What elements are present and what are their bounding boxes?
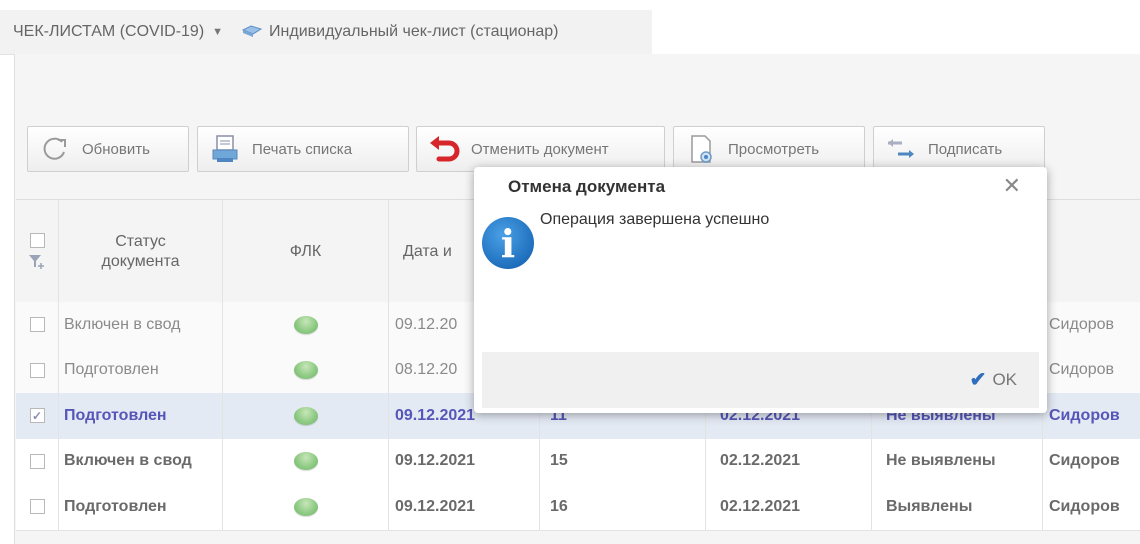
view-button[interactable]: Просмотреть [673, 126, 865, 172]
cancel-document-dialog: Отмена документа ✕ i Операция завершена … [474, 167, 1047, 413]
info-icon: i [482, 217, 534, 269]
view-label: Просмотреть [728, 140, 820, 158]
breadcrumb: ЧЕК-ЛИСТАМ (COVID-19) ▼ Индивидуальный ч… [0, 10, 652, 55]
row-select-cell [16, 439, 58, 485]
row-checkbox[interactable] [29, 317, 45, 333]
flk-cell [223, 439, 388, 485]
cell-date: 09.12.2021 [395, 452, 476, 470]
cell-status: Включен в свод [64, 315, 181, 333]
sign-button[interactable]: Подписать [873, 126, 1045, 172]
document-ticket-icon [241, 25, 263, 37]
flk-cell [223, 302, 388, 348]
cell-person: Сидоров [1049, 361, 1115, 379]
row-checkbox[interactable]: ✓ [29, 408, 45, 424]
refresh-icon [43, 137, 66, 160]
cell-result: Не выявлены [886, 452, 996, 470]
flk-status-dot-icon [293, 497, 318, 516]
table-row[interactable]: Включен в свод 09.12.2021 15 02.12.2021 Не в… [16, 438, 1140, 485]
check-icon: ✔ [969, 369, 987, 391]
flk-cell [223, 484, 388, 530]
cell-result: Выявлены [886, 497, 973, 515]
row-checkbox[interactable] [29, 499, 45, 515]
cell-date2: 02.12.2021 [720, 497, 801, 515]
cell-status: Подготовлен [64, 406, 167, 424]
row-select-cell [16, 302, 58, 348]
row-select-cell [16, 348, 58, 394]
cell-status: Подготовлен [64, 497, 167, 515]
cancel-document-button[interactable]: Отменить документ [416, 126, 665, 172]
row-select-cell: ✓ [16, 393, 58, 439]
flk-status-dot-icon [293, 361, 318, 380]
ok-button[interactable]: ✔ OK [970, 367, 1017, 392]
select-all-column [16, 200, 58, 303]
row-checkbox[interactable] [29, 453, 45, 469]
column-header-flk[interactable]: ФЛК [223, 200, 388, 303]
cell-num: 16 [550, 497, 568, 515]
cell-date2: 02.12.2021 [720, 452, 801, 470]
select-all-checkbox[interactable] [29, 233, 45, 248]
print-list-label: Печать списка [252, 140, 353, 158]
print-list-button[interactable]: Печать списка [197, 126, 409, 172]
document-view-icon [691, 135, 712, 163]
cell-status: Включен в свод [64, 452, 192, 470]
ok-label: OK [992, 369, 1017, 389]
undo-icon [430, 136, 460, 162]
flk-status-dot-icon [293, 315, 318, 334]
row-select-cell [16, 484, 58, 530]
chevron-down-icon[interactable]: ▼ [212, 26, 223, 38]
flk-cell [223, 348, 388, 394]
close-icon[interactable]: ✕ [1003, 173, 1021, 199]
printer-icon [212, 135, 238, 162]
dialog-message: Операция завершена успешно [540, 211, 770, 228]
refresh-label: Обновить [82, 140, 150, 158]
flk-cell [223, 393, 388, 439]
cell-person: Сидоров [1049, 315, 1115, 333]
dialog-title: Отмена документа [508, 177, 666, 196]
cell-person: Сидоров [1049, 452, 1120, 470]
cell-status: Подготовлен [64, 361, 159, 379]
cell-person: Сидоров [1049, 406, 1120, 424]
dialog-footer: ✔ OK [482, 352, 1039, 408]
sign-label: Подписать [928, 140, 1003, 158]
flk-status-dot-icon [293, 452, 318, 471]
breadcrumb-item-individual-checklist[interactable]: Индивидуальный чек-лист (стационар) [269, 23, 558, 41]
cell-person: Сидоров [1049, 497, 1120, 515]
sign-arrows-icon [888, 139, 914, 158]
breadcrumb-item-checklists[interactable]: ЧЕК-ЛИСТАМ (COVID-19) [13, 23, 204, 41]
cancel-document-label: Отменить документ [471, 140, 609, 158]
flk-status-dot-icon [293, 406, 318, 425]
cell-num: 15 [550, 452, 568, 470]
cell-date: 09.12.2021 [395, 497, 476, 515]
refresh-button[interactable]: Обновить [27, 126, 189, 172]
filter-add-icon[interactable] [28, 254, 46, 270]
column-header-status[interactable]: Статус документа [59, 200, 222, 303]
row-checkbox[interactable] [29, 362, 45, 378]
table-row[interactable]: Подготовлен 09.12.2021 16 02.12.2021 Выявлен… [16, 484, 1140, 531]
